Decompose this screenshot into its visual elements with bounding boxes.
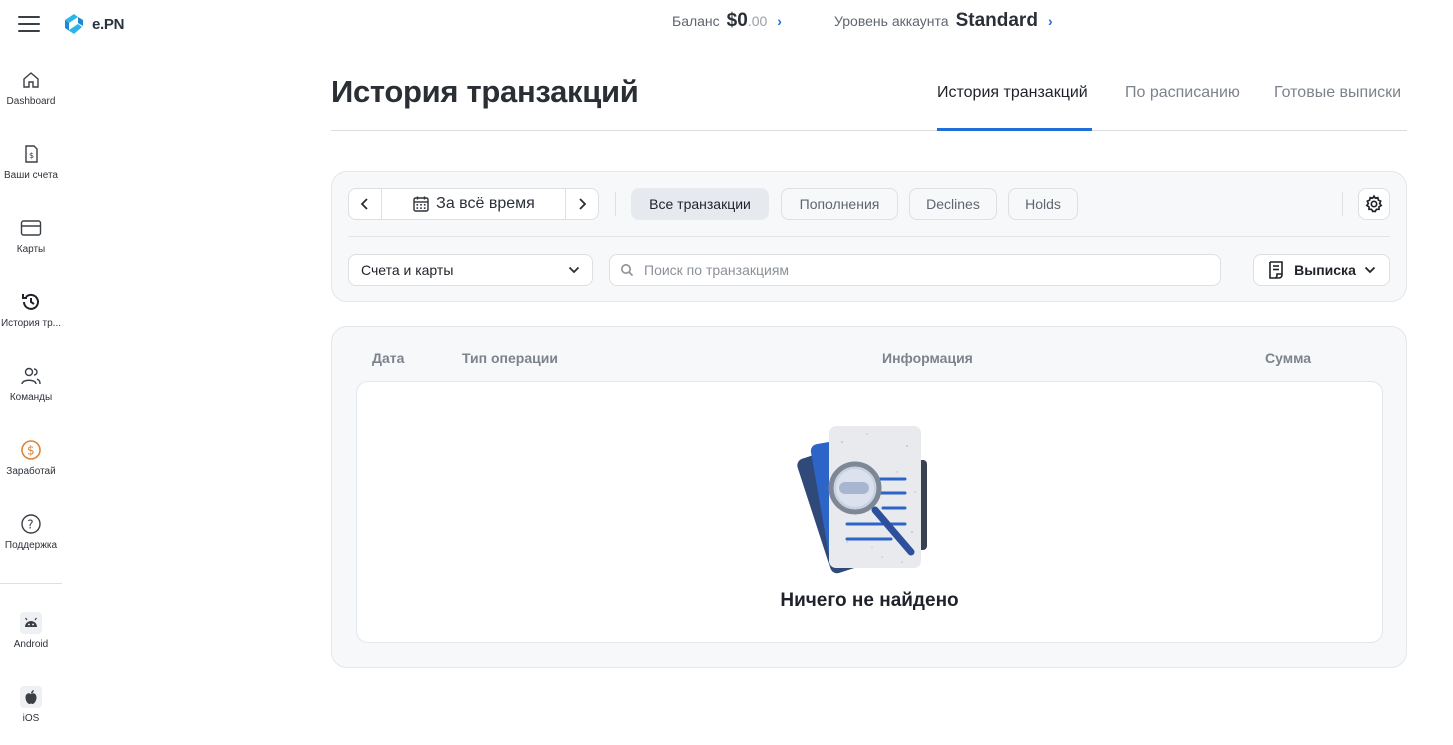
column-header-type: Тип операции xyxy=(462,350,558,366)
chevron-right-icon xyxy=(579,198,587,210)
chevron-left-icon xyxy=(360,198,368,210)
history-icon xyxy=(20,291,42,313)
sidebar-item-history[interactable]: История тр... xyxy=(0,278,62,352)
svg-text:$: $ xyxy=(27,444,35,458)
balance-label: Баланс xyxy=(672,13,720,29)
search-input[interactable] xyxy=(644,262,1204,278)
sidebar-item-support[interactable]: ? Поддержка xyxy=(0,500,62,574)
calendar-icon xyxy=(413,196,429,212)
date-range-picker: За всё время xyxy=(348,188,599,220)
chip-deposits[interactable]: Пополнения xyxy=(781,188,898,220)
chip-holds[interactable]: Holds xyxy=(1008,188,1078,220)
page-title: История транзакций xyxy=(331,74,639,109)
sidebar-item-teams[interactable]: Команды xyxy=(0,352,62,426)
balance-link[interactable]: Баланс $0 .00 › xyxy=(672,10,782,38)
chevron-down-icon xyxy=(568,266,580,274)
sidebar-item-label: Карты xyxy=(16,244,46,255)
search-field[interactable] xyxy=(609,254,1221,286)
empty-state-message: Ничего не найдено xyxy=(780,590,959,611)
settings-button[interactable] xyxy=(1358,188,1390,220)
balance-amount: $0 xyxy=(726,10,748,31)
sidebar-item-label: iOS xyxy=(22,713,40,724)
account-level-label: Уровень аккаунта xyxy=(834,13,949,29)
sidebar-item-cards[interactable]: Карты xyxy=(0,204,62,278)
prev-period-button[interactable] xyxy=(349,189,381,219)
chevron-right-icon: › xyxy=(777,13,782,29)
accounts-select-value: Счета и карты xyxy=(361,262,454,278)
filter-divider xyxy=(348,236,1390,237)
sidebar-item-android[interactable]: Android xyxy=(0,612,62,664)
next-period-button[interactable] xyxy=(566,189,598,219)
column-header-amount: Сумма xyxy=(1265,350,1312,366)
home-icon xyxy=(20,69,42,91)
export-statement-label: Выписка xyxy=(1294,262,1356,278)
menu-toggle-button[interactable] xyxy=(18,16,40,32)
column-header-date: Дата xyxy=(372,350,405,366)
search-icon xyxy=(621,264,634,277)
sidebar-item-label: Dashboard xyxy=(6,96,56,107)
gear-icon xyxy=(1365,194,1383,213)
date-range-button[interactable]: За всё время xyxy=(381,189,566,219)
chevron-down-icon xyxy=(1364,266,1375,274)
date-range-label: За всё время xyxy=(436,195,535,212)
invoice-icon: $ xyxy=(20,143,42,165)
android-icon xyxy=(20,612,42,634)
chevron-right-icon: › xyxy=(1047,13,1053,29)
sidebar-item-dashboard[interactable]: Dashboard xyxy=(0,56,62,130)
tab-history[interactable]: История транзакций xyxy=(937,84,1088,102)
tab-scheduled[interactable]: По расписанию xyxy=(1125,84,1240,102)
empty-search-illustration xyxy=(797,426,927,574)
accounts-select[interactable]: Счета и карты xyxy=(348,254,593,286)
logo-text: e.PN xyxy=(92,15,125,33)
apple-icon xyxy=(20,686,42,708)
column-header-info: Информация xyxy=(882,350,973,366)
card-icon xyxy=(20,217,42,239)
sidebar-item-earn[interactable]: $ Заработай xyxy=(0,426,62,500)
dollar-coin-icon: $ xyxy=(20,439,42,461)
filter-separator xyxy=(615,192,616,216)
sidebar-item-label: Поддержка xyxy=(4,540,58,551)
chip-all-transactions[interactable]: Все транзакции xyxy=(631,188,769,220)
tabs-divider xyxy=(331,130,1407,131)
active-tab-indicator xyxy=(937,128,1092,131)
account-level-link[interactable]: Уровень аккаунта Standard › xyxy=(834,10,1053,38)
export-statement-button[interactable]: Выписка xyxy=(1253,254,1390,286)
empty-state: Ничего не найдено xyxy=(356,381,1383,643)
epn-logo-icon xyxy=(65,14,83,34)
transactions-table: Дата Тип операции Информация Сумма Ничег… xyxy=(331,326,1407,668)
sidebar-item-label: Команды xyxy=(9,392,53,403)
svg-text:$: $ xyxy=(29,151,34,160)
account-level-value: Standard xyxy=(955,10,1038,31)
sidebar-item-label: История тр... xyxy=(0,318,62,329)
help-icon: ? xyxy=(20,513,42,535)
filter-separator xyxy=(1342,192,1343,216)
receipt-icon xyxy=(1269,261,1283,279)
sidebar-item-ios[interactable]: iOS xyxy=(0,686,62,738)
filter-panel: За всё время Все транзакции Пополнения D… xyxy=(331,171,1407,302)
chip-declines[interactable]: Declines xyxy=(909,188,997,220)
team-icon xyxy=(20,365,42,387)
tab-statements[interactable]: Готовые выписки xyxy=(1274,84,1401,102)
sidebar-divider xyxy=(0,583,62,584)
sidebar-item-label: Заработай xyxy=(6,466,56,477)
sidebar-item-label: Android xyxy=(13,639,49,650)
svg-text:?: ? xyxy=(27,518,33,532)
sidebar-item-accounts[interactable]: $ Ваши счета xyxy=(0,130,62,204)
logo[interactable]: e.PN xyxy=(62,10,124,38)
balance-cents: .00 xyxy=(747,13,768,29)
sidebar-item-label: Ваши счета xyxy=(4,170,58,181)
sidebar: Dashboard $ Ваши счета Карты История тр.… xyxy=(0,56,62,574)
